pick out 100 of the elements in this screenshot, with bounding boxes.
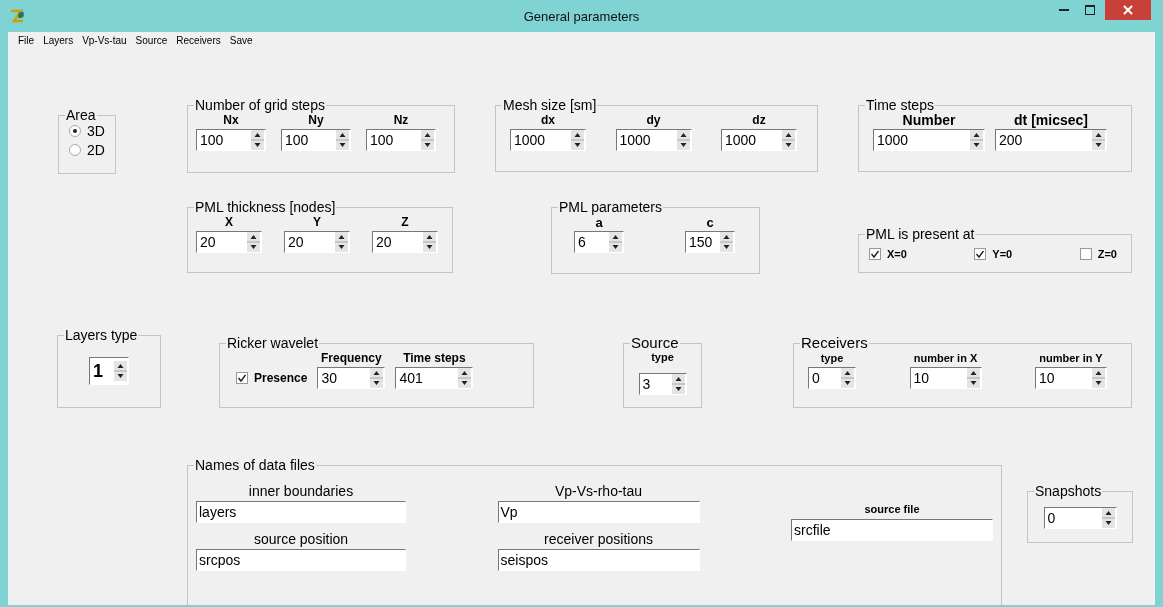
spin-box[interactable]: 401 (395, 367, 474, 389)
group-title: PML parameters (558, 199, 663, 215)
field-label: number in Y (1039, 351, 1103, 366)
group-title: PML is present at (865, 226, 976, 242)
checkbox-indicator-icon[interactable] (236, 372, 248, 384)
checkbox-indicator-icon[interactable] (974, 248, 987, 260)
window-title: General parameters (523, 8, 640, 24)
spin-box[interactable]: 20 (196, 231, 262, 253)
spin-box[interactable]: 1000 (721, 129, 797, 151)
spin-box[interactable]: 6 (574, 231, 624, 253)
spin-box[interactable]: 20 (372, 231, 438, 253)
field-label: dz (752, 113, 766, 128)
spin-arrows-icon[interactable] (841, 368, 854, 388)
spin-box[interactable]: 20 (284, 231, 350, 253)
spin-arrows-icon[interactable] (671, 374, 685, 394)
checkbox-indicator-icon[interactable] (869, 248, 881, 260)
field-label: dt [micsec] (1014, 113, 1088, 128)
radio-indicator-icon[interactable] (69, 144, 81, 156)
close-icon (1123, 5, 1133, 15)
group-title: Snapshots (1034, 483, 1103, 499)
field-label: Nz (393, 113, 409, 128)
text-field[interactable]: Vp (497, 501, 700, 523)
menu-item[interactable]: Source (135, 34, 168, 46)
group-title: Area (65, 107, 97, 123)
spin-box[interactable]: 1000 (510, 129, 586, 151)
field-label: type (820, 351, 844, 366)
radio-indicator-icon[interactable] (69, 125, 81, 137)
text-field[interactable]: seispos (497, 549, 700, 571)
field-label: type (651, 351, 674, 363)
close-button[interactable] (1105, 0, 1151, 20)
spin-arrows-icon[interactable] (370, 368, 384, 388)
checkbox[interactable]: Z=0 (1079, 248, 1117, 260)
field-label: a (595, 215, 603, 230)
spin-box[interactable]: 150 (685, 231, 735, 253)
spin-box[interactable]: 100 (281, 129, 351, 151)
spin-arrows-icon[interactable] (966, 368, 980, 388)
spin-arrows-icon[interactable] (720, 232, 733, 252)
spin-arrows-icon[interactable] (335, 232, 348, 252)
spin-box[interactable]: 30 (317, 367, 386, 389)
text-field[interactable]: srcpos (196, 549, 406, 571)
spin-box[interactable]: 10 (909, 367, 982, 389)
spin-box[interactable]: 3 (638, 373, 687, 395)
spin-box[interactable]: 1000 (615, 129, 692, 151)
spin-box[interactable]: 100 (366, 129, 436, 151)
radio-button[interactable]: 3D (69, 123, 105, 139)
menu-item[interactable]: Vp-Vs-tau (82, 34, 127, 46)
spin-box[interactable]: 100 (196, 129, 266, 151)
maximize-icon (1085, 5, 1095, 15)
spin-box[interactable]: 1000 (873, 129, 985, 151)
group-title: PML thickness [nodes] (194, 199, 337, 215)
menu-item[interactable]: Receivers (176, 34, 221, 46)
spin-arrows-icon[interactable] (421, 130, 434, 150)
field-label: Frequency (321, 351, 382, 366)
spin-box[interactable]: 0 (1043, 507, 1117, 529)
spin-arrows-icon[interactable] (1092, 130, 1105, 150)
group-title: Source (630, 335, 680, 351)
field-label: inner boundaries (247, 483, 355, 499)
spin-arrows-icon[interactable] (970, 130, 983, 150)
spin-box[interactable]: 0 (808, 367, 856, 389)
group-title: Receivers (800, 335, 869, 351)
group-title: Layers type (64, 327, 139, 343)
group-title: Time steps (865, 97, 935, 113)
radio-button[interactable]: 2D (69, 142, 105, 158)
spin-box[interactable]: 200 (995, 129, 1107, 151)
field-label: X (225, 215, 233, 230)
checkbox[interactable]: Y=0 (974, 248, 1013, 260)
group-title: Number of grid steps (194, 97, 326, 113)
field-label: Z (401, 215, 409, 230)
checkbox-indicator-icon[interactable] (1079, 248, 1092, 260)
group-title: Names of data files (194, 457, 316, 473)
menu-item[interactable]: Save (229, 34, 253, 46)
spin-arrows-icon[interactable] (609, 232, 622, 252)
field-label: source position (252, 531, 350, 547)
menu-item[interactable]: File (18, 34, 35, 46)
spin-arrows-icon[interactable] (114, 361, 127, 381)
field-label: dy (646, 113, 661, 128)
field-label: number in X (913, 351, 978, 366)
text-field[interactable]: srcfile (791, 519, 993, 541)
field-label: source file (863, 502, 921, 517)
spin-arrows-icon[interactable] (1092, 368, 1105, 388)
spin-box[interactable]: 1 (89, 357, 129, 385)
menu-item[interactable]: Layers (43, 34, 74, 46)
checkbox[interactable]: X=0 (869, 248, 907, 260)
group-title: Ricker wavelet (226, 335, 320, 351)
field-label: Time steps (403, 351, 466, 366)
field-label: Number (902, 113, 956, 128)
field-label: Nx (223, 113, 239, 128)
spin-arrows-icon[interactable] (423, 232, 436, 252)
spin-arrows-icon[interactable] (571, 130, 584, 150)
spin-box[interactable]: 10 (1035, 367, 1107, 389)
spin-arrows-icon[interactable] (1101, 508, 1115, 528)
spin-arrows-icon[interactable] (782, 130, 795, 150)
spin-arrows-icon[interactable] (247, 232, 260, 252)
group-title: Mesh size [sm] (502, 97, 598, 113)
text-field[interactable]: layers (196, 501, 406, 523)
spin-arrows-icon[interactable] (336, 130, 349, 150)
checkbox[interactable]: Presence (236, 371, 308, 385)
spin-arrows-icon[interactable] (251, 130, 264, 150)
spin-arrows-icon[interactable] (458, 368, 472, 388)
spin-arrows-icon[interactable] (676, 130, 690, 150)
